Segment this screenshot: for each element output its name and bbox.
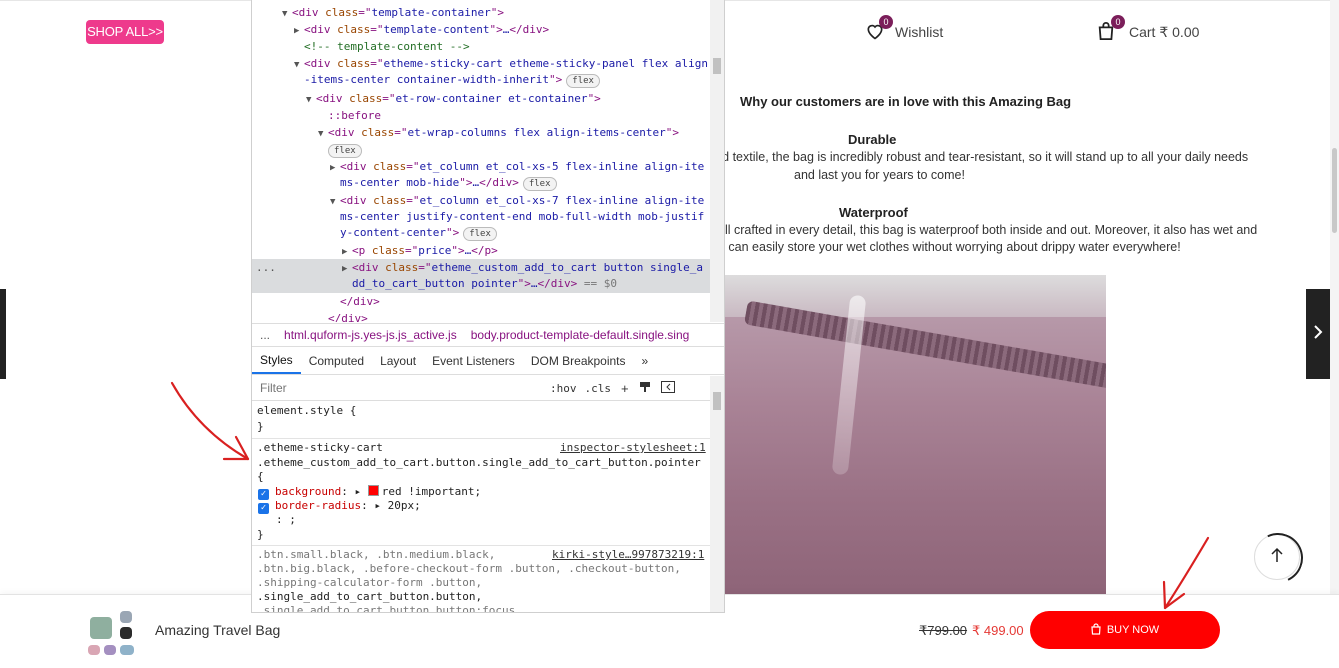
dom-node[interactable]: ▶ <div class="et_column et_col-xs-5 flex-…	[330, 159, 704, 176]
scroll-to-top-button[interactable]	[1245, 525, 1311, 591]
tab-layout[interactable]: Layout	[372, 348, 424, 374]
add-rule-button[interactable]: +	[621, 381, 629, 396]
waterproof-text-1: ell crafted in every detail, this bag is…	[718, 223, 1258, 237]
next-slide-button[interactable]	[1306, 289, 1330, 379]
rule-open: {	[257, 470, 264, 483]
rule-close: }	[257, 528, 264, 541]
buy-now-label: BUY NOW	[1106, 624, 1160, 636]
bag-icon	[1091, 622, 1101, 638]
annotation-arrow-icon	[170, 381, 250, 461]
dom-node-cont: ms-center mob-hide">…</div> flex	[340, 175, 557, 191]
tab-event-listeners[interactable]: Event Listeners	[424, 348, 523, 374]
dom-node[interactable]: ▶ <div class="template-content">…</div>	[294, 22, 549, 39]
product-thumbnail[interactable]	[86, 607, 138, 657]
styles-pane[interactable]: element.style { } .etheme-sticky-cart in…	[252, 402, 710, 612]
dom-node-cont: -items-center container-width-inherit"> f…	[304, 72, 600, 88]
cart-label: Cart ₹ 0.00	[1129, 23, 1200, 40]
wishlist-label: Wishlist	[895, 24, 944, 40]
rule-selector[interactable]: .etheme_custom_add_to_cart.button.single…	[257, 456, 701, 470]
breadcrumb-html[interactable]: html.quform-js.yes-js.js_active.js	[284, 328, 457, 342]
tab-styles[interactable]: Styles	[252, 348, 301, 374]
rule-selector[interactable]: .etheme-sticky-cart	[257, 441, 383, 455]
dom-comment[interactable]: <!-- template-content -->	[304, 39, 470, 55]
dom-pseudo[interactable]: ::before	[328, 108, 381, 124]
durable-text-1: rd textile, the bag is incredibly robust…	[718, 150, 1249, 164]
breadcrumb-more[interactable]: ...	[260, 328, 270, 342]
flex-badge[interactable]: flex	[328, 142, 362, 158]
rule-close: }	[257, 420, 264, 433]
page-scrollbar[interactable]	[1330, 0, 1339, 667]
tab-computed[interactable]: Computed	[301, 348, 372, 374]
old-price: ₹799.00	[919, 623, 968, 638]
page: SHOP ALL>> 0 Wishlist 0 Cart ₹ 0.00 Why …	[0, 0, 1339, 668]
dom-node[interactable]: ▼ <div class="et-wrap-columns flex align-…	[318, 125, 679, 142]
waterproof-title: Waterproof	[839, 205, 908, 220]
dom-more-dots[interactable]: ...	[256, 260, 276, 276]
devtools-panel: ▼ <div class="template-container"> ▶ <div …	[251, 0, 725, 613]
breadcrumb-body[interactable]: body.product-template-default.single.sin…	[471, 328, 690, 342]
dom-node-selected[interactable]: ▶ <div class="etheme_custom_add_to_cart b…	[342, 260, 703, 277]
dom-node[interactable]: ▼ <div class="et-row-container et-contain…	[306, 91, 601, 108]
durable-title: Durable	[848, 132, 897, 147]
product-image	[723, 275, 1106, 595]
durable-text-2: and last you for years to come!	[794, 168, 965, 182]
content-title: Why our customers are in love with this …	[740, 94, 1072, 109]
sticky-product-name: Amazing Travel Bag	[155, 622, 281, 638]
tab-dom-breakpoints[interactable]: DOM Breakpoints	[523, 348, 634, 374]
dom-scrollbar[interactable]	[710, 0, 724, 322]
dom-node-cont: dd_to_cart_button pointer">…</div> == $0	[352, 277, 617, 290]
rule-source-link[interactable]: kirki-style…997873219:1	[552, 548, 704, 562]
hover-state-toggle[interactable]: :hov	[550, 382, 577, 395]
checkbox-checked-icon[interactable]: ✓	[258, 503, 269, 514]
wishlist-count-badge: 0	[879, 15, 893, 29]
styles-filter-input[interactable]	[258, 378, 542, 398]
toggle-sidebar-icon[interactable]	[660, 380, 675, 396]
dom-node[interactable]: ▼ <div class="etheme-sticky-cart etheme-s…	[294, 56, 708, 73]
css-new-declaration[interactable]: : ;	[276, 513, 296, 527]
prev-slide-button[interactable]	[0, 289, 6, 379]
sale-price: ₹ 499.00	[972, 623, 1024, 638]
class-toggle[interactable]: .cls	[585, 382, 612, 395]
rule-selector[interactable]: .shipping-calculator-form .button,	[257, 576, 482, 590]
buy-now-button[interactable]: BUY NOW	[1030, 611, 1220, 649]
element-style-selector[interactable]: element.style {	[257, 404, 356, 418]
wishlist-link[interactable]: 0 Wishlist	[865, 15, 944, 44]
rule-selector[interactable]: .single_add_to_cart_button.button:focus	[257, 604, 515, 612]
dom-node-cont: y-content-center"> flex	[340, 225, 497, 241]
chevron-right-icon	[1313, 324, 1323, 344]
dom-close-tag: </div>	[340, 295, 380, 308]
css-declaration[interactable]: ✓ border-radius: ▸ 20px;	[258, 499, 421, 514]
css-declaration[interactable]: ✓ background: ▸ red !important;	[258, 485, 481, 500]
heart-icon: 0	[865, 15, 893, 43]
shopping-bag-icon: 0	[1097, 15, 1125, 43]
dom-node-cont: ms-center justify-content-end mob-full-w…	[340, 210, 705, 223]
color-swatch[interactable]	[367, 485, 379, 496]
styles-filter-row: :hov .cls +	[252, 376, 724, 401]
cart-link[interactable]: 0 Cart ₹ 0.00	[1097, 15, 1200, 44]
rule-source-link[interactable]: inspector-stylesheet:1	[560, 441, 706, 455]
cart-count-badge: 0	[1111, 15, 1125, 29]
styles-tabs: Styles Computed Layout Event Listeners D…	[252, 348, 724, 375]
waterproof-text-2: u can easily store your wet clothes with…	[718, 240, 1181, 254]
dom-close-tag: </div>	[328, 312, 368, 322]
styles-scrollbar[interactable]	[710, 376, 724, 612]
rule-selector[interactable]: .btn.small.black, .btn.medium.black,	[257, 548, 495, 562]
dom-tree[interactable]: ▼ <div class="template-container"> ▶ <div …	[252, 0, 710, 322]
paint-icon[interactable]	[639, 381, 651, 396]
dom-breadcrumb: ... html.quform-js.yes-js.js_active.js b…	[252, 323, 724, 347]
dom-node[interactable]: ▼ <div class="template-container">	[282, 5, 504, 22]
rule-selector[interactable]: .btn.big.black, .before-checkout-form .b…	[257, 562, 681, 576]
dom-node[interactable]: ▶ <p class="price">…</p>	[342, 243, 498, 260]
tabs-more-button[interactable]: »	[634, 348, 657, 374]
rule-selector[interactable]: .single_add_to_cart_button.button,	[257, 590, 482, 604]
dom-node[interactable]: ▼ <div class="et_column et_col-xs-7 flex-…	[330, 193, 704, 210]
shop-all-button[interactable]: SHOP ALL>>	[86, 20, 164, 44]
